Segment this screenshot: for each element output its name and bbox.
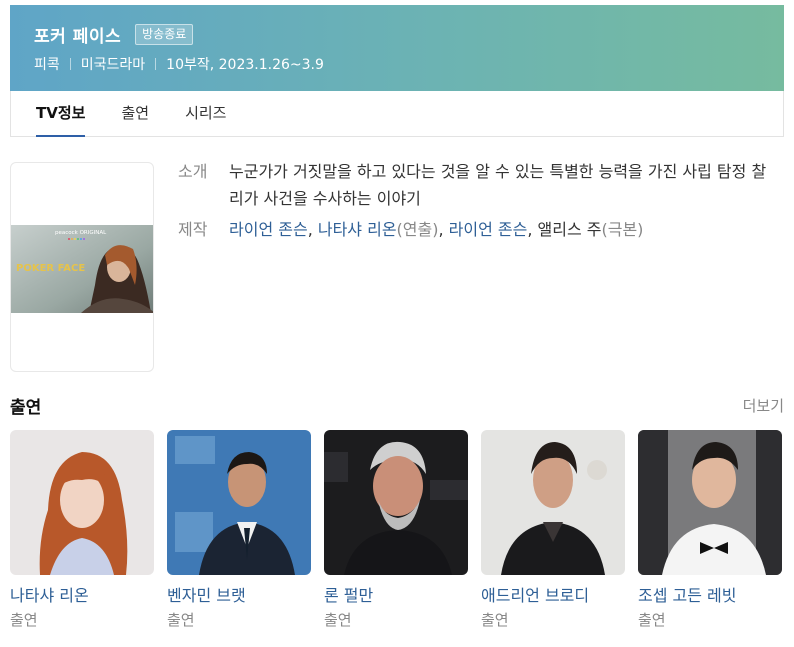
credit-writer-2: 앨리스 주 <box>537 220 602 239</box>
tab-bar: TV정보 출연 시리즈 <box>10 91 784 137</box>
credit-link-director-1[interactable]: 라이언 존슨 <box>229 220 308 239</box>
intro-label: 소개 <box>178 162 208 181</box>
cast-role: 출연 <box>638 611 666 629</box>
cast-photo[interactable] <box>10 430 154 575</box>
production-row: 제작 라이언 존슨, 나타샤 리온(연출), 라이언 존슨, 앨리스 주(극본) <box>178 216 784 243</box>
credit-separator: , <box>527 220 538 239</box>
meta-network: 피콕 <box>34 57 60 73</box>
credit-separator: , <box>307 220 318 239</box>
production-label: 제작 <box>178 220 208 239</box>
cast-role: 출연 <box>481 611 509 629</box>
cast-section-header: 출연 더보기 <box>10 392 784 418</box>
cast-role: 출연 <box>10 611 38 629</box>
meta-divider <box>69 58 71 70</box>
cast-name[interactable]: 애드리언 브로디 <box>481 585 625 607</box>
cast-item[interactable]: 벤자민 브랫 출연 <box>167 430 311 630</box>
cast-name[interactable]: 나타샤 리온 <box>10 585 154 607</box>
tab-cast[interactable]: 출연 <box>121 91 149 136</box>
intro-row: 소개 누군가가 거짓말을 하고 있다는 것을 알 수 있는 특별한 능력을 가진… <box>178 158 784 212</box>
program-title[interactable]: 포커 페이스 <box>34 22 121 47</box>
credit-role-writer: (극본) <box>601 220 644 239</box>
cast-item[interactable]: 론 펄만 출연 <box>324 430 468 630</box>
poster-title-art: POKER FACE <box>16 263 85 274</box>
cast-photo[interactable] <box>638 430 782 575</box>
cast-list: 나타샤 리온 출연 벤자민 브랫 출연 론 펄만 출연 애드리언 브로디 출연 … <box>10 430 784 630</box>
cast-name[interactable]: 벤자민 브랫 <box>167 585 311 607</box>
cast-more-link[interactable]: 더보기 <box>743 395 784 416</box>
credit-link-director-2[interactable]: 나타샤 리온 <box>318 220 397 239</box>
credit-link-writer-1[interactable]: 라이언 존슨 <box>449 220 528 239</box>
poster-brand: peacock ORIGINAL <box>55 230 107 236</box>
cast-item[interactable]: 애드리언 브로디 출연 <box>481 430 625 630</box>
tab-tv-info[interactable]: TV정보 <box>36 91 86 137</box>
meta-episodes-dates: 10부작, 2023.1.26~3.9 <box>166 57 324 73</box>
status-badge: 방송종료 <box>135 23 194 45</box>
intro-text: 누군가가 거짓말을 하고 있다는 것을 알 수 있는 특별한 능력을 가진 사립… <box>229 162 767 208</box>
cast-photo[interactable] <box>324 430 468 575</box>
cast-role: 출연 <box>324 611 352 629</box>
poster-image: peacock ORIGINAL POKER FACE <box>11 225 153 313</box>
cast-name[interactable]: 론 펄만 <box>324 585 468 607</box>
cast-role: 출연 <box>167 611 195 629</box>
meta-genre: 미국드라마 <box>80 57 146 73</box>
cast-photo[interactable] <box>167 430 311 575</box>
credit-role-director: (연출) <box>396 220 439 239</box>
credit-separator: , <box>438 220 449 239</box>
cast-section-title: 출연 <box>10 397 42 418</box>
cast-photo[interactable] <box>481 430 625 575</box>
cast-item[interactable]: 조셉 고든 레빗 출연 <box>638 430 782 630</box>
production-credits: 라이언 존슨, 나타샤 리온(연출), 라이언 존슨, 앨리스 주(극본) <box>229 216 779 243</box>
program-header: 포커 페이스 방송종료 피콕 미국드라마 10부작, 2023.1.26~3.9 <box>10 5 784 91</box>
meta-divider <box>155 58 157 70</box>
program-poster[interactable]: peacock ORIGINAL POKER FACE <box>10 162 154 372</box>
program-meta: 피콕 미국드라마 10부작, 2023.1.26~3.9 <box>34 54 784 74</box>
tab-series[interactable]: 시리즈 <box>185 91 226 136</box>
cast-name[interactable]: 조셉 고든 레빗 <box>638 585 782 607</box>
cast-item[interactable]: 나타샤 리온 출연 <box>10 430 154 630</box>
program-info: 소개 누군가가 거짓말을 하고 있다는 것을 알 수 있는 특별한 능력을 가진… <box>178 158 784 243</box>
